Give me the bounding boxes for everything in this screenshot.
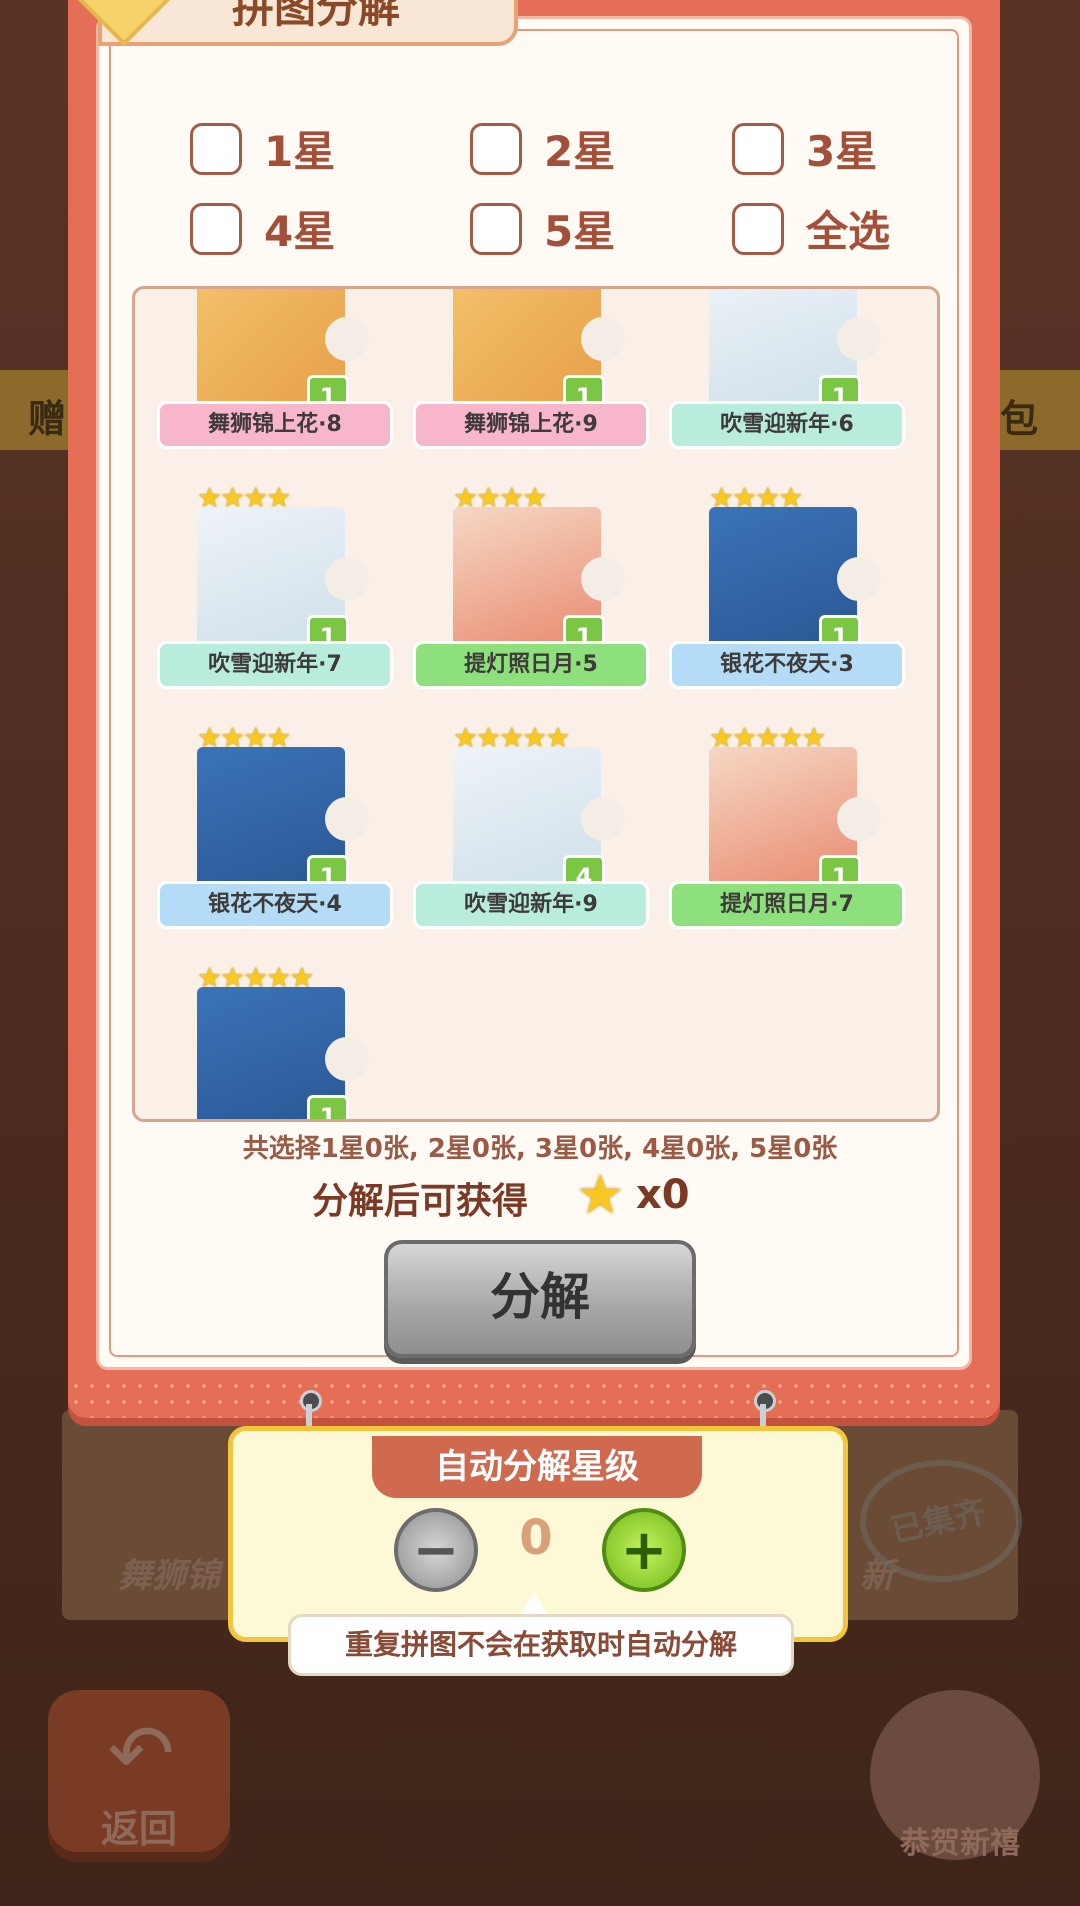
filter-5-star[interactable]: 5星 bbox=[470, 198, 615, 259]
puzzle-piece-card[interactable]: ★★★★★ 1 提灯照日月·7 bbox=[661, 721, 913, 929]
puzzle-tab-shape bbox=[325, 317, 369, 361]
piece-name-ribbon: 舞狮锦上花·8 bbox=[157, 401, 393, 449]
puzzle-piece-card[interactable]: ★★★★ 1 银花不夜天·3 bbox=[661, 481, 913, 689]
puzzle-tab-shape bbox=[837, 557, 881, 601]
puzzle-piece-grid[interactable]: 1 舞狮锦上花·8 1 舞狮锦上花·9 1 吹雪迎新年·6 ★★★★ 1 吹雪迎新年·7 ★★★★… bbox=[132, 286, 940, 1122]
checkbox[interactable] bbox=[732, 122, 784, 175]
puzzle-piece-card[interactable]: 1 舞狮锦上花·9 bbox=[405, 289, 657, 449]
puzzle-tab-shape bbox=[325, 557, 369, 601]
puzzle-piece-card[interactable]: 1 吹雪迎新年·6 bbox=[661, 289, 913, 449]
background-tab-right: 包 bbox=[990, 370, 1080, 450]
mascot-label: 恭贺新禧 bbox=[900, 1826, 1020, 1861]
puzzle-piece-card[interactable]: ★★★★★ 4 吹雪迎新年·9 bbox=[405, 721, 657, 929]
decrease-star-level-button[interactable]: − bbox=[394, 1508, 478, 1592]
piece-count-badge: 1 bbox=[307, 1095, 349, 1119]
decompose-button[interactable]: 分解 bbox=[384, 1240, 696, 1358]
modal-title-tag: 拼图分解 bbox=[75, 0, 518, 47]
piece-name-ribbon: 吹雪迎新年·9 bbox=[413, 881, 649, 929]
reward-label: 分解后可获得 bbox=[312, 1181, 529, 1222]
hint-pointer bbox=[520, 1592, 548, 1616]
piece-name-ribbon: 吹雪迎新年·6 bbox=[669, 401, 905, 449]
puzzle-piece-card[interactable]: ★★★★ 1 吹雪迎新年·7 bbox=[149, 481, 401, 689]
checkbox[interactable] bbox=[470, 202, 522, 255]
piece-name-ribbon: 提灯照日月·5 bbox=[413, 641, 649, 689]
checkbox[interactable] bbox=[190, 202, 242, 255]
checkbox[interactable] bbox=[190, 122, 242, 175]
collected-stamp: 已集齐 bbox=[860, 1460, 1022, 1582]
puzzle-tab-shape bbox=[581, 317, 625, 361]
puzzle-piece-card[interactable]: ★★★★★1银花不夜天·6 bbox=[149, 961, 401, 1122]
modal-dot-pattern bbox=[68, 1378, 1000, 1418]
puzzle-tab-shape bbox=[325, 1037, 369, 1081]
auto-star-level-value: 0 bbox=[519, 1510, 553, 1566]
background-card-left-text: 舞狮锦 bbox=[118, 1556, 220, 1596]
piece-name-ribbon: 银花不夜天·6 bbox=[157, 1121, 393, 1122]
puzzle-tab-shape bbox=[837, 317, 881, 361]
checkbox[interactable] bbox=[470, 122, 522, 175]
puzzle-piece-card[interactable]: 1 舞狮锦上花·8 bbox=[149, 289, 401, 449]
back-arrow-icon: ↶ bbox=[107, 1707, 175, 1800]
piece-name-ribbon: 舞狮锦上花·9 bbox=[413, 401, 649, 449]
reward-amount: x0 bbox=[636, 1172, 690, 1218]
puzzle-tab-shape bbox=[837, 797, 881, 841]
auto-decompose-title: 自动分解星级 bbox=[372, 1436, 702, 1498]
filter-select-all[interactable]: 全选 bbox=[732, 198, 890, 259]
puzzle-tab-shape bbox=[581, 557, 625, 601]
increase-star-level-button[interactable]: + bbox=[602, 1508, 686, 1592]
puzzle-piece-card[interactable]: ★★★★ 1 提灯照日月·5 bbox=[405, 481, 657, 689]
filter-4-star[interactable]: 4星 bbox=[190, 198, 335, 259]
filter-3-star[interactable]: 3星 bbox=[732, 118, 877, 179]
piece-name-ribbon: 银花不夜天·4 bbox=[157, 881, 393, 929]
piece-name-ribbon: 提灯照日月·7 bbox=[669, 881, 905, 929]
back-button[interactable]: ↶ 返回 bbox=[48, 1690, 230, 1862]
filter-2-star[interactable]: 2星 bbox=[470, 118, 615, 179]
star-icon: ★ bbox=[576, 1163, 625, 1226]
puzzle-tab-shape bbox=[325, 797, 369, 841]
auto-decompose-hint: 重复拼图不会在获取时自动分解 bbox=[288, 1614, 794, 1676]
piece-name-ribbon: 吹雪迎新年·7 bbox=[157, 641, 393, 689]
selection-summary: 共选择1星0张, 2星0张, 3星0张, 4星0张, 5星0张 bbox=[242, 1134, 838, 1164]
filter-1-star[interactable]: 1星 bbox=[190, 118, 335, 179]
piece-name-ribbon: 银花不夜天·3 bbox=[669, 641, 905, 689]
back-label: 返回 bbox=[100, 1807, 177, 1851]
puzzle-tab-shape bbox=[581, 797, 625, 841]
puzzle-piece-card[interactable]: ★★★★ 1 银花不夜天·4 bbox=[149, 721, 401, 929]
modal-title: 拼图分解 bbox=[232, 0, 401, 32]
diamond-icon bbox=[75, 0, 173, 47]
checkbox[interactable] bbox=[732, 202, 784, 255]
